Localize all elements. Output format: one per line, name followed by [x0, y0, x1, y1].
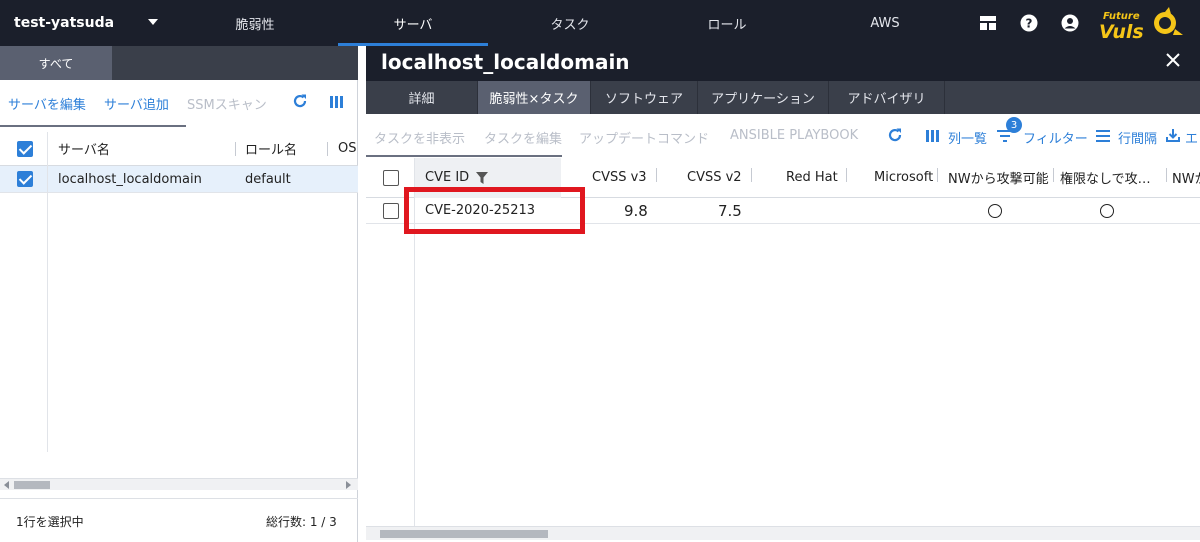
column-separator[interactable]: [937, 168, 938, 182]
server-title: localhost_localdomain: [381, 50, 630, 74]
chevron-down-icon: [148, 19, 158, 25]
edit-server-button[interactable]: サーバを編集: [8, 94, 86, 113]
cvss-v2-cell: 7.5: [718, 201, 742, 220]
help-icon[interactable]: ?: [1019, 13, 1039, 33]
ansible-playbook-button[interactable]: ANSIBLE PLAYBOOK: [730, 128, 858, 143]
nav-tab-vulnerabilities[interactable]: 脆弱性: [177, 0, 333, 46]
scroll-right-arrow[interactable]: [346, 481, 351, 489]
tab-vuln-tasks[interactable]: 脆弱性×タスク: [478, 81, 591, 114]
column-header-cvss-v2[interactable]: CVSS v2: [687, 158, 742, 197]
column-header-cvss-v3[interactable]: CVSS v3: [592, 158, 647, 197]
select-all-checkbox[interactable]: [383, 170, 399, 186]
no-privileges-mark: [1100, 204, 1114, 218]
svg-text:?: ?: [1026, 17, 1033, 31]
refresh-icon[interactable]: [887, 127, 903, 147]
total-count: 総行数: 1 / 3: [266, 515, 337, 529]
close-icon[interactable]: [1165, 52, 1183, 70]
column-separator[interactable]: [751, 168, 752, 182]
column-separator[interactable]: [846, 168, 847, 182]
refresh-icon[interactable]: [292, 93, 308, 113]
edit-task-button[interactable]: タスクを編集: [484, 128, 562, 147]
server-list-pane: すべて サーバを編集 サーバ追加 SSMスキャン サーバ名 ロール名 OS lo…: [0, 46, 358, 542]
tab-software[interactable]: ソフトウェア: [591, 81, 698, 114]
nav-tab-roles[interactable]: ロール: [652, 0, 802, 46]
row-spacing-button[interactable]: 行間隔: [1118, 128, 1157, 147]
column-header-microsoft[interactable]: Microsoft: [874, 158, 933, 197]
scrollbar-thumb[interactable]: [380, 530, 548, 538]
add-server-button[interactable]: サーバ追加: [104, 94, 169, 113]
filter-active-icon[interactable]: [476, 172, 488, 188]
column-header-network-exploitable[interactable]: NWから攻撃可能: [948, 158, 1049, 197]
toolbar-underline: [366, 155, 562, 157]
column-separator[interactable]: [1053, 168, 1054, 182]
select-all-checkbox[interactable]: [17, 141, 33, 157]
selected-count: 1行を選択中: [16, 515, 84, 529]
column-header-no-privileges[interactable]: 権限なしで攻…: [1060, 158, 1151, 197]
top-nav-bar: test-yatsuda 脆弱性 サーバ タスク ロール AWS ? Futur…: [0, 0, 1200, 46]
server-toolbar: サーバを編集 サーバ追加 SSMスキャン: [0, 80, 358, 127]
column-header-role[interactable]: ロール名: [245, 132, 297, 165]
export-icon[interactable]: [1166, 128, 1180, 146]
row-spacing-icon[interactable]: [1096, 130, 1110, 146]
filter-count-badge: 3: [1006, 117, 1022, 133]
detail-tabs: 詳細 脆弱性×タスク ソフトウェア アプリケーション アドバイザリ: [366, 81, 1200, 114]
server-name-cell[interactable]: localhost_localdomain: [58, 166, 202, 192]
column-header-os[interactable]: OS: [338, 132, 356, 165]
table-row[interactable]: localhost_localdomain default: [0, 166, 358, 193]
update-command-button[interactable]: アップデートコマンド: [579, 128, 709, 147]
column-separator[interactable]: [235, 142, 236, 156]
column-header-redhat[interactable]: Red Hat: [786, 158, 838, 197]
ssm-scan-button[interactable]: SSMスキャン: [187, 94, 267, 113]
futurevuls-logo: Future Vuls: [1093, 5, 1185, 43]
checkbox-column-divider: [47, 132, 48, 452]
tab-all[interactable]: すべて: [0, 46, 112, 80]
hide-task-button[interactable]: タスクを非表示: [374, 128, 465, 147]
detail-header: localhost_localdomain: [366, 46, 1200, 81]
left-horizontal-scrollbar[interactable]: [0, 478, 358, 490]
column-separator[interactable]: [656, 168, 657, 182]
column-header-network-2[interactable]: NWか: [1172, 158, 1200, 197]
org-name: test-yatsuda: [14, 15, 115, 31]
table-header-row: サーバ名 ロール名 OS: [0, 132, 358, 166]
org-selector[interactable]: test-yatsuda: [0, 0, 177, 46]
nav-tab-aws[interactable]: AWS: [810, 0, 960, 46]
scroll-left-arrow[interactable]: [4, 481, 9, 489]
nav-tab-servers[interactable]: サーバ: [338, 0, 488, 46]
column-header-server-name[interactable]: サーバ名: [58, 132, 110, 165]
row-checkbox[interactable]: [383, 203, 399, 219]
columns-icon[interactable]: [926, 130, 940, 146]
columns-icon[interactable]: [330, 96, 344, 112]
filter-button[interactable]: フィルター: [1023, 128, 1088, 147]
tab-advisories[interactable]: アドバイザリ: [829, 81, 945, 114]
export-button[interactable]: エ: [1185, 128, 1198, 147]
detail-horizontal-scrollbar[interactable]: [366, 526, 1200, 540]
column-separator[interactable]: [327, 142, 328, 156]
dashboard-icon[interactable]: [978, 13, 998, 33]
column-list-button[interactable]: 列一覧: [948, 128, 987, 147]
toolbar-underline: [0, 125, 186, 127]
server-group-tabs: すべて: [0, 46, 358, 80]
network-exploitable-mark: [988, 204, 1002, 218]
tab-details[interactable]: 詳細: [366, 81, 478, 114]
highlight-annotation-box: [404, 187, 585, 234]
server-detail-pane: localhost_localdomain 詳細 脆弱性×タスク ソフトウェア …: [366, 46, 1200, 542]
scrollbar-thumb[interactable]: [14, 481, 50, 489]
tab-applications[interactable]: アプリケーション: [698, 81, 829, 114]
row-checkbox[interactable]: [17, 171, 33, 187]
nav-tab-tasks[interactable]: タスク: [495, 0, 645, 46]
task-toolbar: タスクを非表示 タスクを編集 アップデートコマンド ANSIBLE PLAYBO…: [366, 114, 1200, 157]
account-icon[interactable]: [1060, 13, 1080, 33]
role-cell: default: [245, 171, 291, 187]
cvss-v3-cell: 9.8: [624, 201, 648, 220]
svg-text:Vuls: Vuls: [1099, 21, 1144, 43]
table-footer: 1行を選択中 総行数: 1 / 3: [0, 498, 358, 542]
column-separator[interactable]: [1166, 168, 1167, 182]
